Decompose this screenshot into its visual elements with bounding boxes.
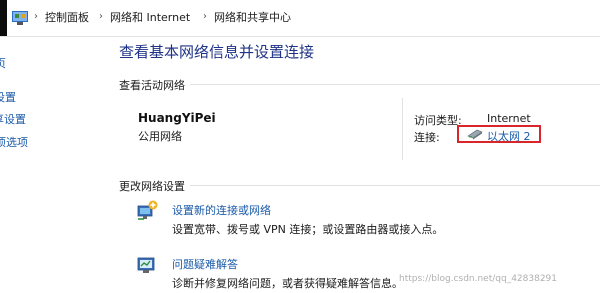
sidebar-item-control-panel-home[interactable]: 页	[0, 55, 6, 71]
troubleshoot-link[interactable]: 问题疑难解答	[172, 256, 238, 272]
sidebar-item-adapter-settings[interactable]: 设置	[0, 89, 16, 105]
troubleshoot-desc: 诊断并修复网络问题，或者获得疑难解答信息。	[172, 277, 403, 290]
network-type[interactable]: 公用网络	[138, 128, 182, 144]
active-networks-label: 查看活动网络	[119, 79, 185, 92]
divider	[190, 185, 600, 186]
sidebar-item-media-streaming[interactable]: 项选项	[0, 134, 28, 150]
breadcrumb-separator: ›	[99, 11, 103, 22]
sidebar-item-sharing-settings[interactable]: 享设置	[0, 111, 26, 127]
access-type-label: 访问类型:	[414, 114, 462, 127]
breadcrumb-control-panel[interactable]: 控制面板	[45, 11, 89, 25]
network-name: HuangYiPei	[138, 111, 216, 125]
breadcrumb-separator: ›	[34, 11, 38, 22]
connection-link[interactable]: 以太网 2	[487, 128, 531, 144]
breadcrumb-separator: ›	[203, 11, 207, 22]
change-settings-label: 更改网络设置	[119, 180, 185, 193]
connection-label: 连接:	[414, 131, 440, 144]
watermark: https://blog.csdn.net/qq_42838291	[399, 274, 558, 284]
breadcrumb-network-sharing-center[interactable]: 网络和共享中心	[214, 11, 291, 25]
page-title: 查看基本网络信息并设置连接	[119, 43, 315, 61]
access-type-value: Internet	[487, 112, 531, 125]
setup-new-connection-desc: 设置宽带、拨号或 VPN 连接；或设置路由器或接入点。	[172, 223, 444, 236]
breadcrumb-network-internet[interactable]: 网络和 Internet	[110, 11, 190, 25]
address-bar: › 控制面板 › 网络和 Internet › 网络和共享中心	[0, 0, 600, 37]
control-panel-icon	[12, 11, 28, 25]
ethernet-adapter-icon	[467, 129, 483, 140]
window-edge	[0, 0, 7, 36]
divider	[190, 84, 600, 85]
divider	[402, 98, 403, 160]
troubleshoot-icon	[137, 257, 155, 273]
new-connection-icon	[137, 200, 158, 220]
sidebar: 页 设置 享设置 项选项	[0, 37, 100, 293]
setup-new-connection-link[interactable]: 设置新的连接或网络	[172, 202, 271, 218]
